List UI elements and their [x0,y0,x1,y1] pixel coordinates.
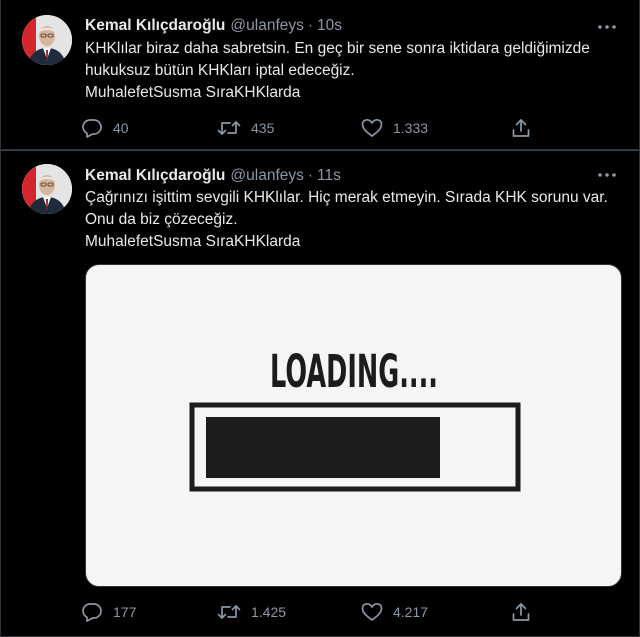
retweet-icon [217,605,241,619]
heart-icon [361,602,383,621]
tweet-timestamp[interactable]: 10s [317,17,342,35]
heart-icon [361,118,383,137]
more-horizontal-icon [598,173,616,177]
like-button[interactable]: 1.333 [361,117,428,139]
tweet-header: Kemal Kılıçdaroğlu @ulanfeys · 10s [85,15,342,37]
like-count: 4.217 [393,604,429,620]
like-button[interactable]: 4.217 [361,601,428,623]
tweet-text-line: MuhalefetSusma SıraKHKlarda [85,233,301,250]
tweet-text-line: Onu da biz çözeceğiz. [85,211,238,228]
retweet-count: 435 [251,120,275,136]
share-icon [512,603,530,621]
share-icon [512,119,530,137]
more-horizontal-icon [598,25,616,29]
separator: · [307,167,314,184]
author-name[interactable]: Kemal Kılıçdaroğlu [85,17,225,35]
reply-icon [82,603,102,622]
reply-count: 40 [113,120,129,136]
more-options-button[interactable] [595,17,619,37]
author-name[interactable]: Kemal Kılıçdaroğlu [85,167,225,185]
tweet-image[interactable]: LOADING.... [85,264,622,587]
tweet-text-line: MuhalefetSusma SıraKHKlarda [85,84,301,101]
separator: · [307,17,314,34]
tweet[interactable]: Kemal Kılıçdaroğlu @ulanfeys · 10s KHKlı… [0,0,640,150]
tweet-text-line: KHKlılar biraz daha sabretsin. En geç bi… [85,40,590,57]
reply-button[interactable]: 177 [81,601,136,623]
tweet-text-line: Çağrınızı işittim sevgili KHKlılar. Hiç … [85,189,608,206]
retweet-button[interactable]: 435 [217,117,274,139]
reply-count: 177 [113,604,137,620]
avatar[interactable] [22,164,72,214]
like-count: 1.333 [393,120,429,136]
tweet[interactable]: Kemal Kılıçdaroğlu @ulanfeys · 11s Çağrı… [0,150,640,637]
retweet-button[interactable]: 1.425 [217,601,286,623]
avatar[interactable] [22,15,72,65]
loading-text: LOADING.... [270,345,438,398]
retweet-icon [217,121,241,135]
tweet-actions: 177 1.425 4.217 [81,601,551,623]
reply-button[interactable]: 40 [81,117,129,139]
tweet-text: Çağrınızı işittim sevgili KHKlılar. Hiç … [85,187,625,253]
share-button[interactable] [511,117,531,139]
author-handle[interactable]: @ulanfeys [230,17,303,35]
tweet-text: KHKlılar biraz daha sabretsin. En geç bi… [85,38,625,104]
reply-icon [82,119,102,138]
tweet-timestamp[interactable]: 11s [317,167,341,185]
retweet-count: 1.425 [251,604,287,620]
more-options-button[interactable] [595,165,619,185]
share-button[interactable] [511,601,531,623]
tweet-text-line: hukuksuz bütün KHKları iptal edeceğiz. [85,62,355,79]
author-handle[interactable]: @ulanfeys [230,167,303,185]
tweet-header: Kemal Kılıçdaroğlu @ulanfeys · 11s [85,165,341,187]
progress-bar-fill [206,417,440,478]
tweet-actions: 40 435 1.333 [81,117,551,139]
